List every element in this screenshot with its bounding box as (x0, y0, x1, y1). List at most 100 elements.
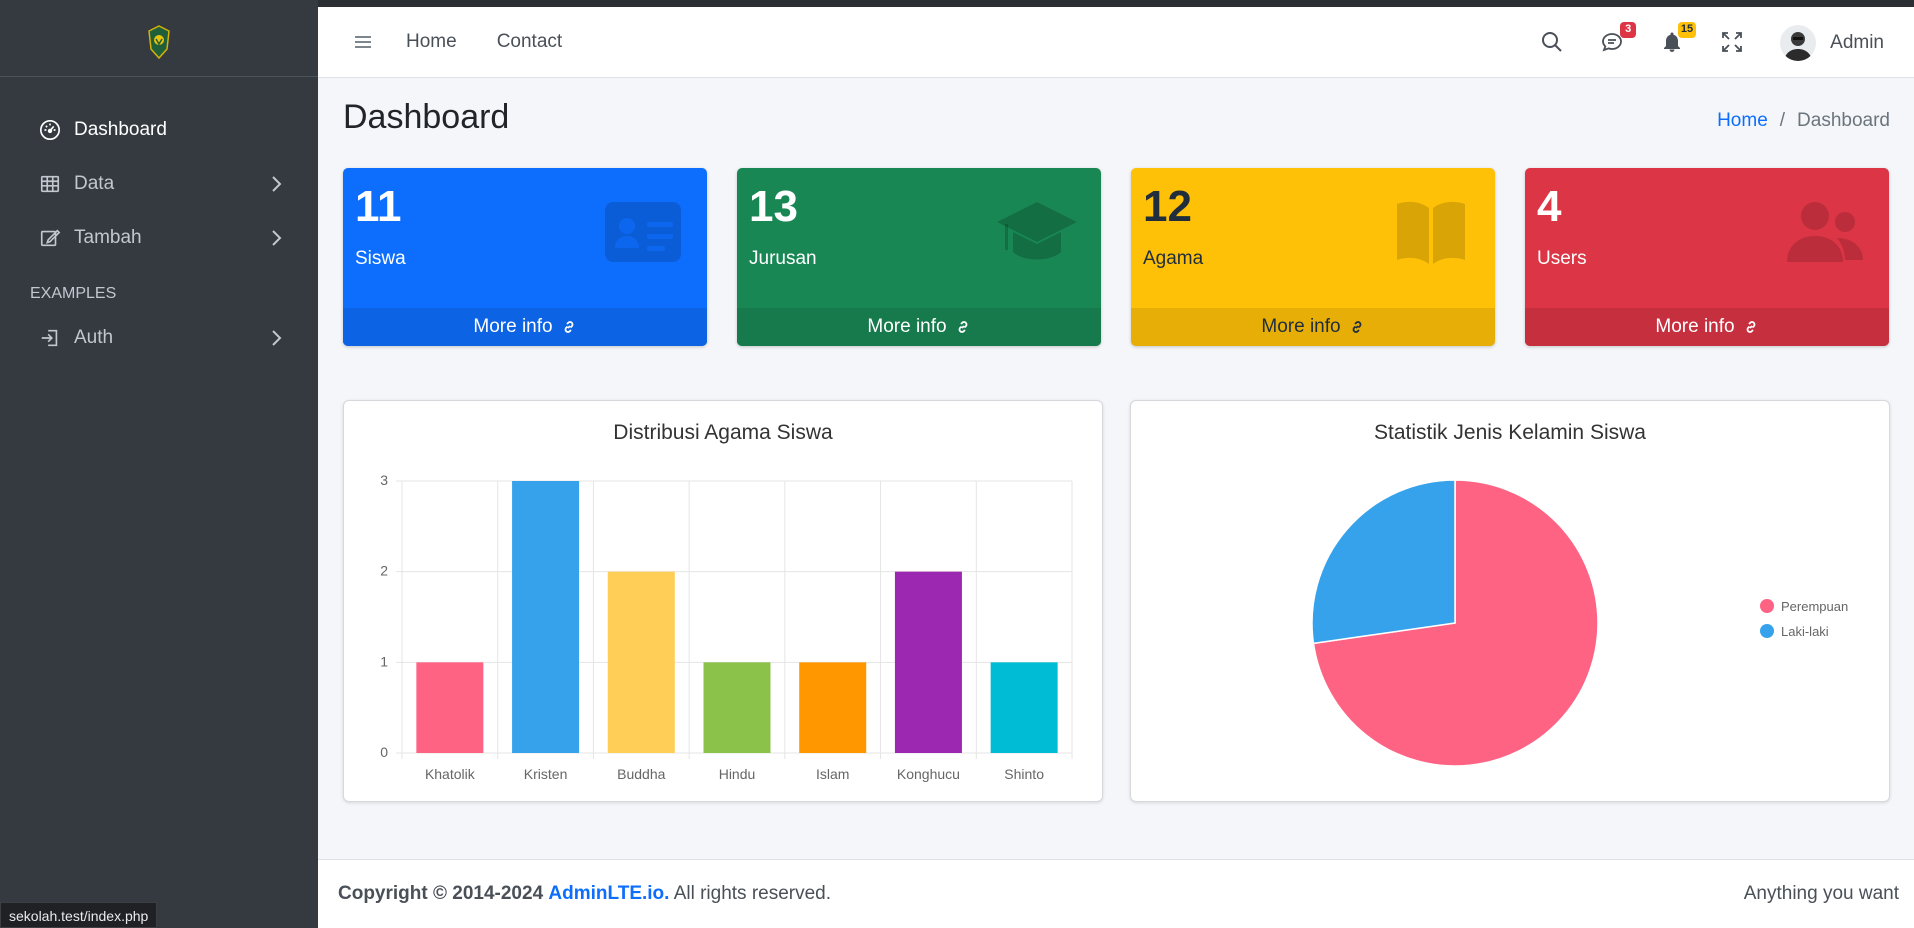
sidebar-item-data[interactable]: Data (0, 157, 318, 211)
bar-chart-card: Distribusi Agama Siswa 0 1 2 3 Khatolik Krist… (343, 400, 1103, 802)
pie-chart: Perempuan Laki-laki (1311, 479, 1848, 767)
y-tick-label: 2 (380, 563, 388, 579)
sidebar-item-label: Dashboard (74, 119, 167, 140)
y-tick-label: 1 (380, 653, 388, 669)
bar-shinto (990, 662, 1058, 753)
more-info-label: More info (867, 316, 947, 337)
x-tick-label: Konghucu (897, 766, 960, 782)
x-tick-label: Kristen (524, 766, 568, 782)
bar-hindu (703, 662, 771, 753)
navbar-right: 3 15 Admin (1540, 7, 1914, 78)
pie-chart-card: Statistik Jenis Kelamin Siswa Perempuan L… (1130, 400, 1890, 802)
chevron-right-icon (272, 230, 282, 246)
footer-brand-link[interactable]: AdminLTE.io. (548, 883, 669, 904)
x-tick-label: Khatolik (425, 766, 476, 782)
sidebar-item-label: Tambah (74, 227, 142, 248)
stat-number: 11 (355, 182, 402, 231)
sidebar: Dashboard Data Tambah EXAMPLES Auth (0, 0, 318, 928)
page-footer: Copyright © 2014-2024 AdminLTE.io. All r… (318, 859, 1914, 928)
user-name[interactable]: Admin (1830, 32, 1884, 54)
breadcrumb: Home / Dashboard (1717, 110, 1890, 132)
legend-swatch (1760, 599, 1774, 613)
footer-copyright: Copyright © 2014-2024 (338, 883, 544, 904)
stat-box-agama: 12 Agama More info (1131, 168, 1495, 346)
legend-swatch (1760, 624, 1774, 638)
more-info-link[interactable]: More info (343, 308, 707, 346)
browser-status-url: sekolah.test/index.php (0, 902, 158, 928)
messages-button[interactable]: 3 (1600, 21, 1637, 56)
hamburger-menu-icon[interactable] (352, 31, 374, 53)
pencil-square-icon (38, 226, 62, 250)
stat-label: Users (1537, 248, 1587, 269)
top-navbar: Home Contact 3 15 Admin (318, 7, 1914, 78)
speedometer-icon (38, 118, 62, 142)
link-icon (958, 321, 967, 333)
brand-logo[interactable] (0, 0, 318, 77)
more-info-link[interactable]: More info (1525, 308, 1889, 346)
breadcrumb-current: Dashboard (1797, 110, 1890, 131)
stat-number: 12 (1143, 182, 1192, 231)
bar-konghucu (894, 571, 962, 753)
chevron-right-icon (272, 176, 282, 192)
link-icon (1352, 321, 1361, 333)
more-info-link[interactable]: More info (737, 308, 1101, 346)
chevron-right-icon (272, 330, 282, 346)
stat-label: Agama (1143, 248, 1204, 269)
link-icon (1746, 321, 1755, 333)
sidebar-nav: Dashboard Data Tambah EXAMPLES Auth (0, 77, 318, 365)
footer-right-text: Anything you want (1743, 883, 1899, 904)
notifications-badge: 15 (1677, 21, 1697, 38)
stat-boxes: 11 Siswa More info 13 Jurusan More info … (343, 168, 1890, 346)
nav-link-contact[interactable]: Contact (497, 31, 562, 53)
users-icon (1787, 202, 1863, 262)
more-info-label: More info (473, 316, 553, 337)
stat-box-users: 4 Users More info (1525, 168, 1889, 346)
id-card-icon (605, 202, 681, 262)
table-icon (38, 172, 62, 196)
link-icon (564, 321, 573, 333)
stat-number: 4 (1537, 182, 1562, 231)
bar-khatolik (416, 662, 484, 753)
sidebar-header-examples: EXAMPLES (30, 285, 117, 302)
stat-label: Siswa (355, 248, 406, 269)
search-button[interactable] (1540, 30, 1566, 56)
box-arrow-in-right-icon (38, 326, 62, 350)
legend-label: Perempuan (1781, 599, 1848, 614)
breadcrumb-separator: / (1779, 110, 1786, 131)
legend-label: Laki-laki (1781, 624, 1829, 639)
nav-link-home[interactable]: Home (406, 31, 457, 53)
footer-rights: All rights reserved. (673, 883, 832, 904)
x-tick-label: Hindu (719, 766, 756, 782)
messages-badge: 3 (1620, 21, 1637, 38)
book-icon (1397, 201, 1465, 264)
more-info-link[interactable]: More info (1131, 308, 1495, 346)
bar-chart: 0 1 2 3 Khatolik Kristen Buddha Hindu Islam Kongh… (380, 472, 1073, 782)
fullscreen-icon (1722, 31, 1743, 52)
sidebar-item-dashboard[interactable]: Dashboard (0, 103, 318, 157)
x-tick-label: Islam (816, 766, 849, 782)
sidebar-item-tambah[interactable]: Tambah (0, 211, 318, 265)
footer-left: Copyright © 2014-2024 AdminLTE.io. All r… (338, 883, 831, 905)
more-info-label: More info (1261, 316, 1341, 337)
breadcrumb-home-link[interactable]: Home (1717, 110, 1768, 132)
y-tick-label: 3 (380, 472, 388, 488)
x-tick-label: Shinto (1004, 766, 1044, 782)
stat-box-siswa: 11 Siswa More info (343, 168, 707, 346)
avatar[interactable] (1780, 24, 1817, 61)
fullscreen-button[interactable] (1720, 30, 1746, 56)
sidebar-item-label: Auth (74, 327, 114, 348)
school-emblem-icon (148, 25, 170, 59)
page-title: Dashboard (343, 98, 510, 136)
bar-islam (799, 662, 867, 753)
sidebar-item-label: Data (74, 173, 115, 194)
stat-number: 13 (749, 182, 798, 231)
pie-slice-laki-laki (1311, 479, 1456, 645)
stat-label: Jurusan (749, 248, 817, 269)
stat-box-jurusan: 13 Jurusan More info (737, 168, 1101, 346)
sidebar-item-auth[interactable]: Auth (0, 311, 318, 365)
search-icon (1542, 31, 1562, 52)
graduation-cap-icon (997, 202, 1077, 260)
bar-buddha (607, 571, 675, 753)
more-info-label: More info (1655, 316, 1735, 337)
notifications-button[interactable]: 15 (1660, 21, 1697, 56)
